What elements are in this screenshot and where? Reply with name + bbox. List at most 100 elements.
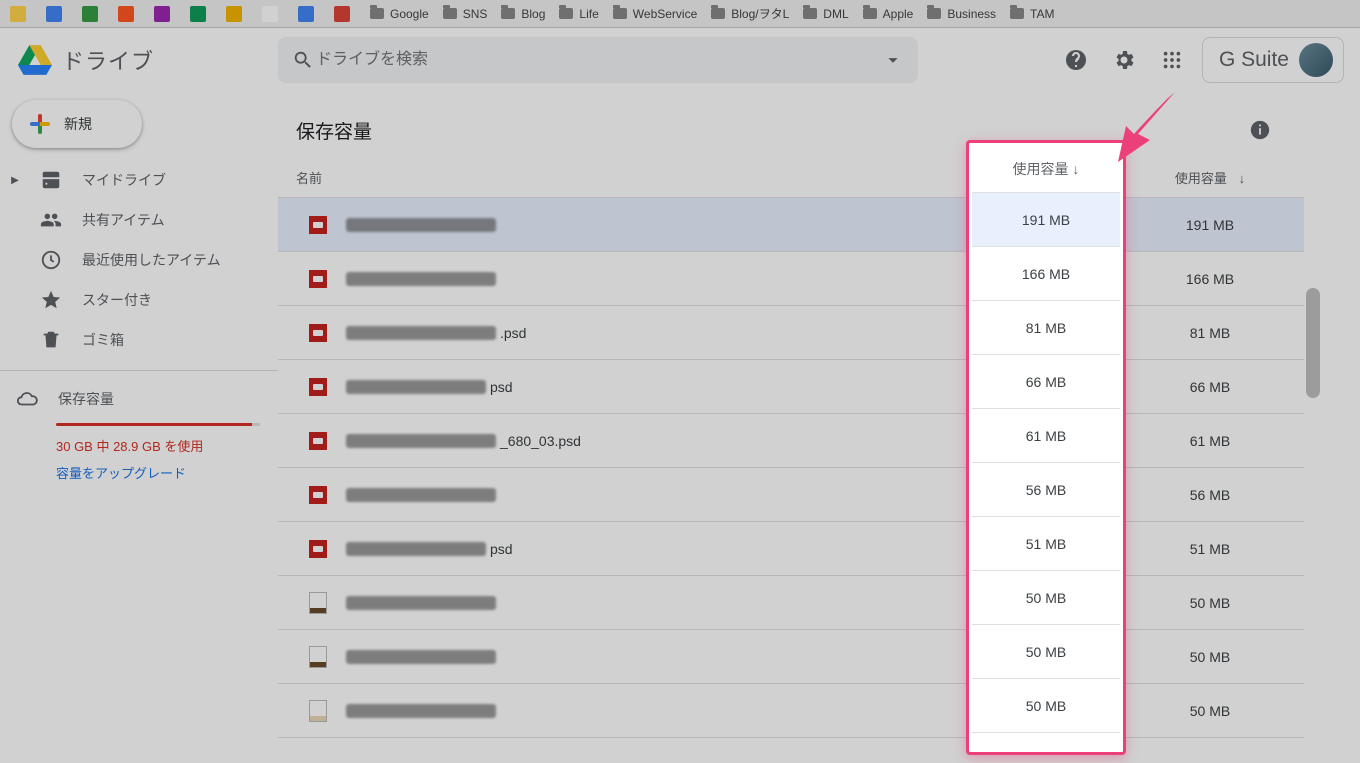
- highlight-size-cell: 66 MB: [972, 355, 1120, 409]
- highlight-size-cell: 166 MB: [972, 247, 1120, 301]
- bookmark-item[interactable]: [226, 6, 248, 22]
- highlight-size-cell: 50 MB: [972, 571, 1120, 625]
- sort-arrow-icon: ↓: [1239, 171, 1246, 186]
- file-row[interactable]: 56 MB: [278, 468, 1304, 522]
- highlight-size-cell: 81 MB: [972, 301, 1120, 355]
- drive-logo[interactable]: ドライブ: [18, 44, 278, 76]
- gsuite-label: G Suite: [1219, 48, 1289, 72]
- help-button[interactable]: [1056, 40, 1096, 80]
- gear-icon: [1112, 48, 1136, 72]
- sidebar-item-storage[interactable]: 保存容量: [0, 379, 278, 419]
- file-size: 166 MB: [1140, 271, 1280, 287]
- bookmark-item[interactable]: [82, 6, 104, 22]
- plus-icon: [28, 112, 52, 136]
- sidebar: 新規 ▶ マイドライブ 共有アイテム 最近使用したアイテム スター付き: [0, 92, 278, 763]
- info-icon: [1249, 119, 1271, 141]
- brand-name: ドライブ: [62, 44, 154, 76]
- search-dropdown-icon[interactable]: [882, 49, 904, 71]
- file-row[interactable]: 50 MB: [278, 684, 1304, 738]
- bookmark-item[interactable]: [154, 6, 176, 22]
- caret-right-icon: ▶: [10, 175, 20, 186]
- file-size: 50 MB: [1140, 703, 1280, 719]
- highlight-size-cell: 56 MB: [972, 463, 1120, 517]
- storage-quota-text: 30 GB 中 28.9 GB を使用: [0, 436, 278, 455]
- star-icon: [40, 289, 62, 311]
- sidebar-item-label: ゴミ箱: [82, 330, 124, 350]
- bookmark-item[interactable]: [298, 6, 320, 22]
- image-file-icon: [308, 485, 328, 505]
- image-file-icon: [308, 215, 328, 235]
- bookmark-item[interactable]: [334, 6, 356, 22]
- bookmark-item[interactable]: [262, 6, 284, 22]
- sidebar-item-label: マイドライブ: [82, 170, 166, 190]
- drive-header: ドライブ G Suite: [0, 28, 1360, 92]
- info-button[interactable]: [1240, 110, 1280, 150]
- cloud-icon: [16, 388, 38, 410]
- bookmark-item[interactable]: Blog/ヲタL: [711, 5, 789, 22]
- file-size: 66 MB: [1140, 379, 1280, 395]
- bookmark-item[interactable]: Business: [927, 7, 996, 21]
- file-row[interactable]: 166 MB: [278, 252, 1304, 306]
- new-button-label: 新規: [64, 114, 92, 134]
- bookmark-item[interactable]: [10, 6, 32, 22]
- bookmark-item[interactable]: SNS: [443, 7, 488, 21]
- browser-bookmark-bar: Google SNS Blog Life WebService Blog/ヲタL DML Ap…: [0, 0, 1360, 28]
- search-icon: [292, 49, 314, 71]
- document-file-icon: [308, 647, 328, 667]
- sidebar-item-shared[interactable]: 共有アイテム: [0, 200, 278, 240]
- highlight-size-cell: 50 MB: [972, 625, 1120, 679]
- clock-icon: [40, 249, 62, 271]
- bookmark-item[interactable]: Life: [559, 7, 598, 21]
- gsuite-account[interactable]: G Suite: [1202, 37, 1344, 83]
- file-row[interactable]: _680_03.psd61 MB: [278, 414, 1304, 468]
- image-file-icon: [308, 377, 328, 397]
- image-file-icon: [308, 269, 328, 289]
- file-size: 56 MB: [1140, 487, 1280, 503]
- file-row[interactable]: .psd81 MB: [278, 306, 1304, 360]
- bookmark-item[interactable]: WebService: [613, 7, 697, 21]
- storage-quota-bar: [56, 423, 260, 426]
- sidebar-item-label: スター付き: [82, 290, 152, 310]
- image-file-icon: [308, 431, 328, 451]
- bookmark-item[interactable]: [46, 6, 68, 22]
- file-row[interactable]: 191 MB: [278, 198, 1304, 252]
- bookmark-item[interactable]: Apple: [863, 7, 914, 21]
- apps-button[interactable]: [1152, 40, 1192, 80]
- bookmark-item[interactable]: DML: [803, 7, 848, 21]
- file-list: 191 MB166 MB.psd81 MBpsd66 MB_680_03.psd…: [278, 198, 1304, 738]
- search-input[interactable]: [314, 50, 882, 70]
- highlight-size-cell: 61 MB: [972, 409, 1120, 463]
- sidebar-item-trash[interactable]: ゴミ箱: [0, 320, 278, 360]
- bookmark-item[interactable]: TAM: [1010, 7, 1054, 21]
- file-row[interactable]: psd51 MB: [278, 522, 1304, 576]
- help-icon: [1064, 48, 1088, 72]
- search-box[interactable]: [278, 37, 918, 83]
- file-row[interactable]: 50 MB: [278, 576, 1304, 630]
- file-size: 50 MB: [1140, 595, 1280, 611]
- settings-button[interactable]: [1104, 40, 1144, 80]
- file-row[interactable]: psd66 MB: [278, 360, 1304, 414]
- mydrive-icon: [40, 169, 62, 191]
- file-size: 81 MB: [1140, 325, 1280, 341]
- file-size: 50 MB: [1140, 649, 1280, 665]
- upgrade-storage-link[interactable]: 容量をアップグレード: [0, 463, 278, 482]
- sidebar-item-recent[interactable]: 最近使用したアイテム: [0, 240, 278, 280]
- bookmark-item[interactable]: Blog: [501, 7, 545, 21]
- sidebar-item-mydrive[interactable]: ▶ マイドライブ: [0, 160, 278, 200]
- bookmark-item[interactable]: [118, 6, 140, 22]
- apps-grid-icon: [1161, 49, 1183, 71]
- drive-logo-icon: [18, 45, 52, 75]
- trash-icon: [40, 329, 62, 351]
- people-icon: [40, 209, 62, 231]
- page-title: 保存容量: [296, 117, 372, 144]
- highlight-size-cell: 191 MB: [972, 193, 1120, 247]
- file-row[interactable]: 50 MB: [278, 630, 1304, 684]
- avatar[interactable]: [1299, 43, 1333, 77]
- sidebar-item-starred[interactable]: スター付き: [0, 280, 278, 320]
- scrollbar-thumb[interactable]: [1306, 288, 1320, 398]
- new-button[interactable]: 新規: [12, 100, 142, 148]
- file-size: 61 MB: [1140, 433, 1280, 449]
- document-file-icon: [308, 593, 328, 613]
- bookmark-item[interactable]: [190, 6, 212, 22]
- bookmark-item[interactable]: Google: [370, 7, 429, 21]
